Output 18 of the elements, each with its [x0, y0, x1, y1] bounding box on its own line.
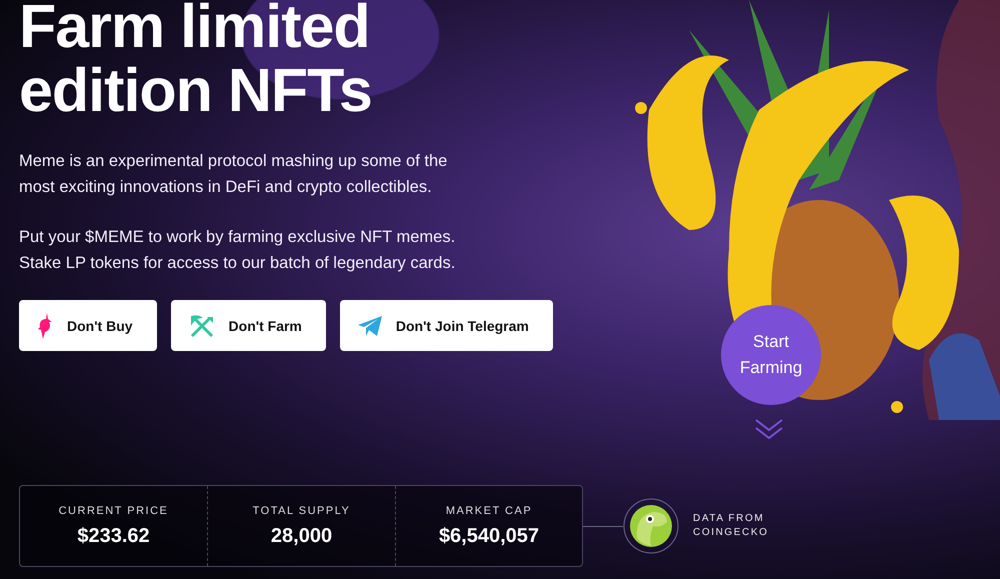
- gecko-logo-icon: [623, 498, 679, 554]
- stat-label: MARKET CAP: [446, 504, 532, 516]
- start-farming-button[interactable]: Start Farming: [721, 305, 821, 405]
- description-text: Meme is an experimental protocol mashing up some of the most exciting innovations in DeFi and crypto collectibles.: [19, 151, 448, 198]
- link-button[interactable]: Don't Join Telegram: [340, 300, 553, 351]
- paper-plane-icon: [358, 316, 382, 336]
- stat-value: $6,540,057: [438, 524, 540, 548]
- data-source-text: DATA FROM COINGECKO: [693, 512, 770, 540]
- link-button[interactable]: Don't Buy: [19, 300, 157, 351]
- hero-title: edition NFTs: [19, 58, 372, 122]
- stat-value: $233.62: [77, 524, 150, 548]
- chevron-down-icon: [754, 418, 784, 440]
- hero-title: Farm limited: [19, 0, 370, 58]
- description-text: Put your $MEME to work by farming exclusive NFT memes. Stake LP tokens for access to our batch of legendary cards.: [19, 227, 456, 274]
- link-button[interactable]: Don't Farm: [170, 300, 326, 351]
- stat-label: TOTAL SUPPLY: [252, 504, 350, 516]
- stat-value: 28,000: [270, 524, 332, 548]
- stat-label: CURRENT PRICE: [58, 504, 168, 516]
